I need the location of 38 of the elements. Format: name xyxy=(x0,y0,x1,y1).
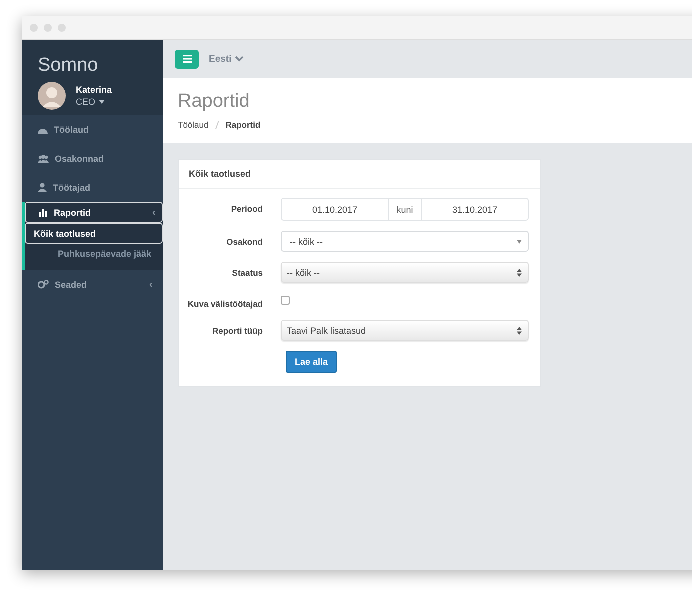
field-label: Kuva välistöötajad xyxy=(186,298,263,310)
submenu-item[interactable]: Kõik taotlused xyxy=(25,223,163,244)
user-role-dropdown[interactable]: CEO xyxy=(76,96,112,108)
updown-icon xyxy=(517,268,522,276)
caret-icon xyxy=(517,240,522,244)
user-icon xyxy=(38,183,47,192)
breadcrumb-link[interactable]: Töölaud xyxy=(178,120,209,130)
user-name: Katerina xyxy=(76,84,112,96)
field-label: Osakond xyxy=(226,236,263,248)
field-label: Reporti tüüp xyxy=(211,325,263,337)
download-button[interactable]: Lae alla xyxy=(286,351,338,373)
card-title: Kõik taotlused xyxy=(189,169,252,179)
checkbox[interactable] xyxy=(281,296,290,305)
field-label: Periood xyxy=(230,203,263,215)
logo: Somno xyxy=(38,55,100,77)
updown-icon xyxy=(517,326,522,334)
menu-item[interactable]: Raportid ‹ xyxy=(25,202,163,223)
breadcrumb-current: Raportid xyxy=(226,120,261,130)
gears-icon xyxy=(38,280,49,289)
menu-icon xyxy=(182,55,192,63)
submenu-item[interactable]: Puhkusepäevade jääk xyxy=(25,244,163,264)
select-field[interactable]: -- kõik -- xyxy=(281,262,529,283)
menu-item[interactable]: Töötajad xyxy=(22,173,163,202)
chevron-down-icon xyxy=(234,56,244,62)
field-label: Staatus xyxy=(231,267,263,279)
users-icon xyxy=(38,154,49,162)
menu-button[interactable] xyxy=(175,50,199,68)
select-field[interactable]: Taavi Palk lisatasud xyxy=(281,320,529,341)
chevron-icon: ‹ xyxy=(149,278,153,290)
menu-item[interactable]: Osakonnad xyxy=(22,144,163,173)
menu-item[interactable]: Seaded ‹ xyxy=(22,270,163,299)
chevron-icon: ‹ xyxy=(152,206,156,218)
bar-chart-icon xyxy=(39,208,48,216)
select-field[interactable]: -- kõik -- xyxy=(281,231,529,252)
avatar-icon xyxy=(38,82,66,110)
menu-item[interactable]: Töölaud xyxy=(22,115,163,144)
caret-icon xyxy=(98,100,105,104)
page-title: Raportid xyxy=(178,91,251,113)
